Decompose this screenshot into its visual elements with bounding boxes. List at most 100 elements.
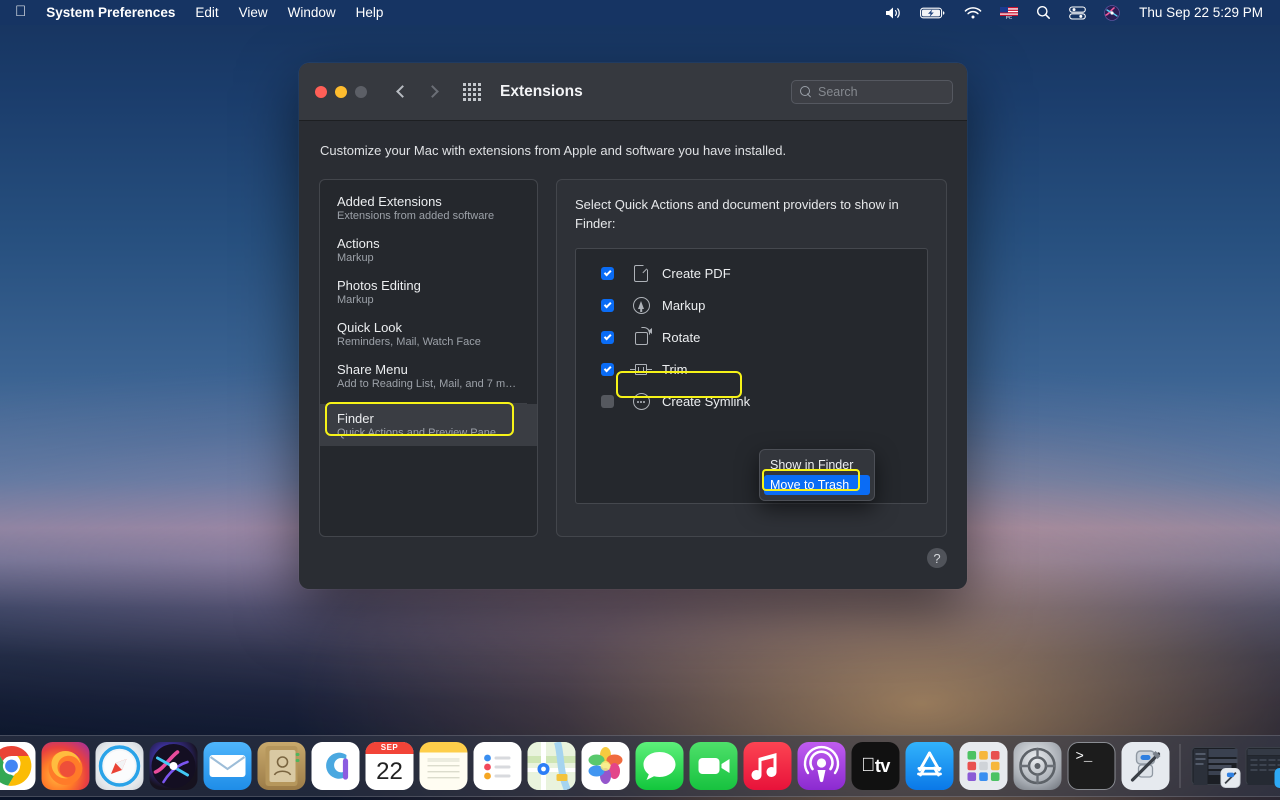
sidebar-item-subtitle: Extensions from added software [337, 210, 495, 222]
wifi-icon[interactable] [955, 6, 991, 20]
sidebar-item-title: Photos Editing [337, 278, 421, 293]
dock-item-firefox[interactable] [41, 742, 90, 790]
dock-item-apple-tv[interactable]:  tv [851, 742, 900, 790]
detail-pane: Select Quick Actions and document provid… [556, 179, 947, 537]
quick-action-row-rotate[interactable]: Rotate [576, 322, 927, 354]
dock-item-photos[interactable] [581, 742, 630, 790]
context-menu[interactable]: Show in Finder Move to Trash [759, 448, 875, 501]
checkbox-rotate[interactable] [601, 331, 614, 345]
battery-charging-icon[interactable] [911, 6, 955, 20]
dock: SEP 22 tv >_ [0, 735, 1280, 797]
checkbox-create-symlink[interactable] [601, 395, 614, 409]
traffic-lights [315, 85, 367, 98]
panes: Added Extensions Extensions from added s… [319, 179, 947, 537]
dock-item-reminders[interactable] [473, 742, 522, 790]
menu-bar-clock[interactable]: Thu Sep 22 5:29 PM [1129, 5, 1271, 20]
help-button[interactable]: ? [927, 548, 947, 568]
sidebar-item-title: Quick Look [337, 320, 403, 335]
finder-icon [1274, 768, 1280, 788]
dock-item-launchpad[interactable] [959, 742, 1008, 790]
checkbox-markup[interactable] [601, 299, 614, 313]
quick-action-label: Create PDF [662, 266, 731, 282]
dock-item-messages[interactable] [635, 742, 684, 790]
dock-item-contacts[interactable] [257, 742, 306, 790]
quick-actions-list[interactable]: Create PDF Markup Rotate Trim Create Sym… [575, 247, 928, 504]
extensions-sidebar-list[interactable]: Added Extensions Extensions from added s… [319, 179, 538, 537]
dock-item-mail[interactable] [203, 742, 252, 790]
menu-bar:  System Preferences Edit View Window He… [0, 0, 1280, 25]
menu-item-help[interactable]: Help [346, 5, 394, 20]
quick-action-row-create-symlink[interactable]: Create Symlink [576, 386, 927, 418]
sidebar-item-title: Actions [337, 236, 380, 251]
back-button[interactable] [395, 85, 409, 98]
dock-item-notes[interactable] [419, 742, 468, 790]
checkbox-trim[interactable] [601, 363, 614, 377]
dock-item-system-preferences[interactable] [1013, 742, 1062, 790]
checkbox-create-pdf[interactable] [601, 267, 614, 281]
trim-icon [630, 363, 652, 376]
sidebar-item-finder[interactable]: Finder Quick Actions and Preview Pane [320, 403, 537, 446]
menu-item-edit[interactable]: Edit [185, 5, 228, 20]
context-menu-item-show-in-finder[interactable]: Show in Finder [760, 455, 874, 475]
sidebar-item-subtitle: Add to Reading List, Mail, and 7 m… [337, 378, 517, 390]
symlink-ellipsis-icon [630, 393, 652, 411]
sidebar-item-quick-look[interactable]: Quick Look Reminders, Mail, Watch Face [320, 313, 537, 355]
calendar-day: 22 [376, 758, 403, 785]
apple-menu-icon[interactable]:  [9, 4, 36, 21]
close-button[interactable] [315, 85, 327, 98]
sidebar-item-actions[interactable]: Actions Markup [320, 229, 537, 271]
sidebar-item-title: Share Menu [337, 362, 408, 377]
menu-item-system-preferences[interactable]: System Preferences [36, 5, 185, 20]
sidebar-item-share-menu[interactable]: Share Menu Add to Reading List, Mail, an… [320, 355, 537, 397]
quick-action-label: Rotate [662, 330, 701, 346]
dock-item-app-store[interactable] [905, 742, 954, 790]
sidebar-item-title: Finder [337, 410, 374, 426]
dock-divider [1179, 744, 1181, 788]
dock-item-terminal[interactable]: >_ [1067, 742, 1116, 790]
window-content: Customize your Mac with extensions from … [299, 121, 967, 537]
quick-action-label: Trim [662, 362, 688, 378]
dock-item-podcasts[interactable] [797, 742, 846, 790]
dock-item-cyberduck[interactable] [311, 742, 360, 790]
sidebar-item-photos-editing[interactable]: Photos Editing Markup [320, 271, 537, 313]
dock-minimized-finder-window[interactable] [1245, 747, 1280, 788]
dock-item-automator[interactable] [1121, 742, 1170, 790]
zoom-button[interactable] [355, 85, 367, 98]
show-all-grid-icon[interactable] [463, 82, 481, 101]
detail-heading: Select Quick Actions and document provid… [575, 197, 899, 231]
siri-icon[interactable] [1095, 4, 1129, 21]
appletv-label: tv [867, 755, 891, 776]
quick-action-row-markup[interactable]: Markup [576, 290, 927, 322]
menu-item-view[interactable]: View [229, 5, 278, 20]
dock-item-maps[interactable] [527, 742, 576, 790]
dock-item-siri[interactable] [149, 742, 198, 790]
page-title: Extensions [500, 82, 583, 100]
spotlight-search-icon[interactable] [1027, 5, 1060, 20]
calendar-month: SEP [380, 743, 399, 752]
minimize-button[interactable] [335, 85, 347, 98]
control-center-icon[interactable] [1060, 5, 1095, 20]
dock-minimized-automator-window[interactable] [1191, 747, 1241, 788]
sidebar-item-subtitle: Reminders, Mail, Watch Face [337, 336, 481, 348]
sidebar-item-added-extensions[interactable]: Added Extensions Extensions from added s… [320, 187, 537, 229]
quick-action-row-create-pdf[interactable]: Create PDF [576, 258, 927, 290]
system-preferences-window: Extensions Search Customize your Mac wit… [299, 63, 967, 589]
forward-button[interactable] [425, 85, 439, 98]
dock-item-safari[interactable] [95, 742, 144, 790]
menu-bar-status-area: PC Thu Sep 22 5:29 PM [876, 4, 1271, 21]
menu-item-window[interactable]: Window [278, 5, 346, 20]
dock-item-chrome[interactable] [0, 742, 36, 790]
intro-text: Customize your Mac with extensions from … [320, 143, 787, 158]
input-source-flag-icon[interactable]: PC [991, 6, 1027, 19]
sidebar-item-subtitle: Markup [337, 294, 374, 306]
dock-item-facetime[interactable] [689, 742, 738, 790]
dock-item-calendar[interactable]: SEP 22 [365, 742, 414, 790]
context-menu-item-move-to-trash[interactable]: Move to Trash [764, 474, 870, 495]
search-field[interactable]: Search [791, 79, 953, 104]
search-placeholder: Search [818, 84, 858, 99]
dock-item-music[interactable] [743, 742, 792, 790]
svg-text:PC: PC [1006, 15, 1013, 19]
volume-icon[interactable] [876, 6, 911, 20]
quick-action-row-trim[interactable]: Trim [576, 354, 927, 386]
search-icon [800, 85, 812, 98]
